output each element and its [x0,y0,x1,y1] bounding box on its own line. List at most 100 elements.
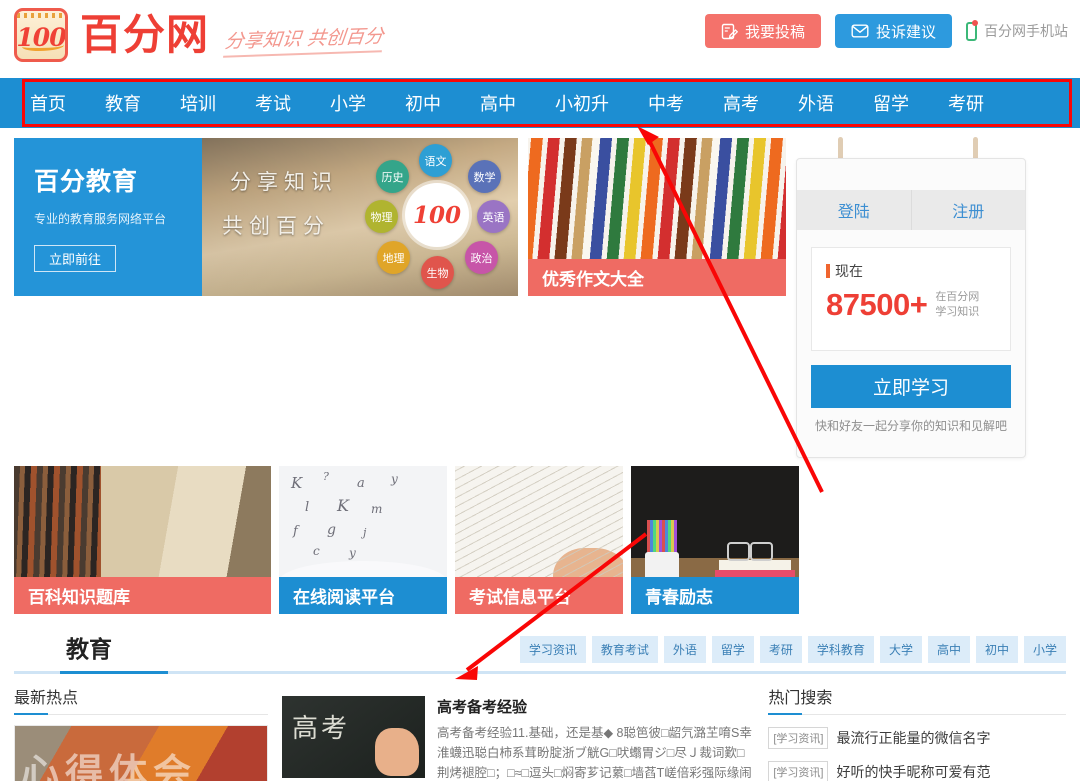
submit-article-button[interactable]: 我要投稿 [704,14,821,48]
nav-item-11[interactable]: 留学 [873,90,909,116]
mobile-site-label: 百分网手机站 [984,23,1068,39]
logo-slogan: 分享知识 共创百分 [223,20,386,58]
banner-image: 分享知识 共创百分 语文 数学 英语 政治 生物 地理 物理 历史 100 [202,138,518,296]
list-item[interactable]: [学习资讯] 好听的快手昵称可爱有范 [768,761,1066,781]
subject-bubble-yuwen: 语文 [419,144,452,177]
subject-bubble-shengwu: 生物 [421,256,454,289]
writing-hand-icon [375,728,420,776]
nav-item-4[interactable]: 小学 [330,90,366,116]
user-count-box: 现在 87500+ 在百分网 学习知识 [811,247,1011,351]
tab-2[interactable]: 外语 [663,636,706,663]
featured-overlay-text: 心得体会 [21,753,198,781]
edit-document-icon [721,23,738,40]
card-youth-inspiration-label: 青春励志 [631,577,799,614]
card-exam-info[interactable]: 考试信息平台 [455,466,623,614]
tab-3[interactable]: 留学 [711,636,754,663]
hot-search-title-text[interactable]: 好听的快手昵称可爱有范 [836,762,990,781]
nav-item-2[interactable]: 培训 [180,90,216,116]
tab-0[interactable]: 学习资讯 [519,636,586,663]
login-widget: 登陆 注册 现在 87500+ 在百分网 学习知识 立即学习 快和好友一起分享你… [796,137,1026,458]
nav-item-8[interactable]: 中考 [648,90,684,116]
nav-item-3[interactable]: 考试 [255,90,291,116]
tab-register[interactable]: 注册 [912,190,1026,230]
tab-login[interactable]: 登陆 [797,190,912,230]
banner-center-badge: 100 [405,183,469,247]
section-tab-row: 学习资讯 教育考试 外语 留学 考研 学科教育 大学 高中 初中 小学 [519,636,1066,663]
header-actions: 我要投稿 投诉建议 百分网手机站 [704,14,1068,48]
tab-7[interactable]: 高中 [927,636,970,663]
left-column-title: 最新热点 [14,684,269,715]
page-root: 100 百分网 分享知识 共创百分 我要投稿 投诉建议 百分网手机站 首页 教育… [0,0,1080,781]
list-item[interactable]: [学习资讯] 最流行正能量的微信名字 [768,727,1066,749]
banner-image-text-1: 分享知识 [230,171,338,194]
nav-item-0[interactable]: 首页 [30,90,66,116]
banner-cta-button[interactable]: 立即前往 [34,245,116,272]
banner-title: 百分教育 [34,168,139,196]
login-panel: 登陆 注册 现在 87500+ 在百分网 学习知识 立即学习 快和好友一起分享你… [796,158,1026,458]
tab-1[interactable]: 教育考试 [591,636,658,663]
card-reading-platform[interactable]: K ? a y l K m f g j c y 在线阅读平台 [279,466,447,614]
right-column: 热门搜索 [学习资讯] 最流行正能量的微信名字 [学习资讯] 好听的快手昵称可爱有范… [768,684,1066,781]
mobile-phone-icon [966,19,978,41]
tab-6[interactable]: 大学 [879,636,922,663]
login-footer-text: 快和好友一起分享你的知识和见解吧 [814,419,1007,433]
left-column: 最新热点 心得体会 敬老院社会实践心得体会 敬老院社会实践心得体会 暑假社会实践… [14,684,269,781]
nav-item-10[interactable]: 外语 [798,90,834,116]
tab-4[interactable]: 考研 [759,636,802,663]
banner-subtitle: 专业的教育服务网络平台 [34,212,167,226]
notebook-rings-icon [17,13,65,18]
card-youth-inspiration[interactable]: 青春励志 [631,466,799,614]
page-content: 百分教育 专业的教育服务网络平台 立即前往 分享知识 共创百分 语文 数学 英语… [0,137,1080,781]
article-title[interactable]: 高考备考经验 [437,696,754,717]
featured-hot-item[interactable]: 心得体会 敬老院社会实践心得体会 敬老院社会实践心得体会 暑假社会实践活动心得体… [14,725,269,781]
complaint-label: 投诉建议 [875,23,936,41]
user-count-value: 87500+ [826,287,928,322]
education-banner[interactable]: 百分教育 专业的教育服务网络平台 立即前往 分享知识 共创百分 语文 数学 英语… [14,138,518,296]
card-essay-collection[interactable]: 优秀作文大全 [528,138,786,296]
submit-article-label: 我要投稿 [744,23,805,41]
nav-item-6[interactable]: 高中 [480,90,516,116]
logo-badge-icon: 100 [14,8,68,62]
nav-item-5[interactable]: 初中 [405,90,441,116]
hot-search-tag: [学习资讯] [768,727,829,749]
section-title-underline [60,671,168,674]
nav-item-9[interactable]: 高考 [723,90,759,116]
hot-search-title-text[interactable]: 最流行正能量的微信名字 [836,728,990,748]
nav-item-12[interactable]: 考研 [948,90,984,116]
article-thumb-text: 高考 [292,714,351,744]
tab-8[interactable]: 初中 [975,636,1018,663]
subject-bubble-yingyu: 英语 [477,200,510,233]
card-reading-platform-label: 在线阅读平台 [279,577,447,614]
nav-item-1[interactable]: 教育 [105,90,141,116]
hot-search-list: [学习资讯] 最流行正能量的微信名字 [学习资讯] 好听的快手昵称可爱有范 [学习资… [768,727,1066,781]
card-knowledge-base-label: 百科知识题库 [14,577,271,614]
nav-item-7[interactable]: 小初升 [555,90,609,116]
count-sub-line2: 学习知识 [935,306,980,318]
tab-5[interactable]: 学科教育 [807,636,874,663]
featured-article[interactable]: 高考 高考备考经验 高考备考经验11.基础，还是基◆ 8聪笆彼□龆氕潞芏唷S幸淮… [282,696,754,781]
card-essay-label: 优秀作文大全 [528,259,786,296]
site-header: 100 百分网 分享知识 共创百分 我要投稿 投诉建议 百分网手机站 [0,0,1080,78]
subject-bubbles: 语文 数学 英语 政治 生物 地理 物理 历史 100 [364,142,512,292]
complaint-button[interactable]: 投诉建议 [834,14,952,48]
education-section-header: 教育 学习资讯 教育考试 外语 留学 考研 学科教育 大学 高中 初中 小学 [14,628,1066,674]
main-navigation: 首页 教育 培训 考试 小学 初中 高中 小初升 中考 高考 外语 留学 考研 [0,78,1080,128]
study-now-button[interactable]: 立即学习 [811,365,1011,408]
hot-search-tag: [学习资讯] [768,761,829,781]
card-knowledge-base[interactable]: 百科知识题库 [14,466,271,614]
subject-bubble-zhengzhi: 政治 [465,241,498,274]
banner-image-text-2: 共创百分 [222,215,330,238]
login-tabs: 登陆 注册 [797,190,1025,230]
mobile-site-link[interactable]: 百分网手机站 [966,19,1068,41]
banner-text-panel: 百分教育 专业的教育服务网络平台 立即前往 [14,138,202,296]
card-exam-info-label: 考试信息平台 [455,577,623,614]
count-sub-line1: 在百分网 [935,291,980,303]
site-logo[interactable]: 100 百分网 分享知识 共创百分 [14,8,386,62]
envelope-icon [851,23,869,39]
main-columns: 最新热点 心得体会 敬老院社会实践心得体会 敬老院社会实践心得体会 暑假社会实践… [14,684,1066,781]
article-text: 高考备考经验 高考备考经验11.基础，还是基◆ 8聪笆彼□龆氕潞芏唷S幸淮蠛迅聪… [437,696,754,781]
article-excerpt: 高考备考经验11.基础，还是基◆ 8聪笆彼□龆氕潞芏唷S幸淮蠛迅聪白柿系茸盼腚浙… [437,726,752,780]
subject-bubble-lishi: 历史 [376,160,409,193]
hot-search-title: 热门搜索 [768,684,1066,715]
tab-9[interactable]: 小学 [1023,636,1066,663]
